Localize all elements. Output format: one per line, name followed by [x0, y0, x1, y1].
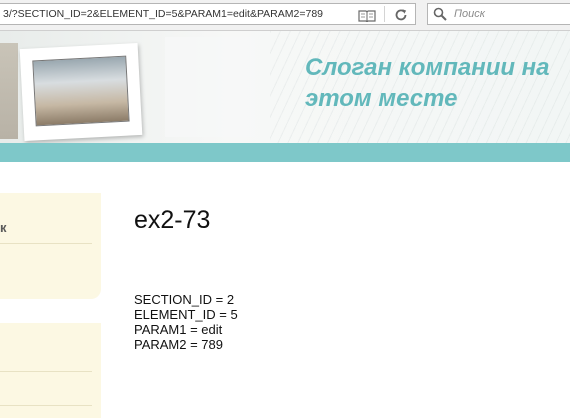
- book-icon: [358, 9, 376, 22]
- param-line: SECTION_ID = 2: [134, 292, 235, 307]
- reader-view-button[interactable]: [355, 7, 379, 23]
- site-header: Слоган компании на этом месте: [0, 31, 570, 143]
- reload-button[interactable]: [390, 6, 412, 24]
- search-icon-container: [433, 7, 447, 26]
- reload-icon: [395, 9, 407, 21]
- company-slogan: Слоган компании на этом месте: [305, 54, 550, 112]
- param-line: ELEMENT_ID = 5: [134, 307, 238, 322]
- sidebar-block-title[interactable]: к: [0, 220, 7, 235]
- param-line: PARAM1 = edit: [134, 322, 223, 337]
- search-bar[interactable]: Поиск: [427, 3, 570, 25]
- sidebar-block: к: [0, 193, 101, 299]
- search-placeholder[interactable]: Поиск: [454, 8, 485, 20]
- browser-toolbar: 3/?SECTION_ID=2&ELEMENT_ID=5&PARAM1=edit…: [0, 0, 570, 31]
- header-band: [0, 143, 570, 162]
- page-title: ex2-73: [134, 206, 211, 234]
- sidebar-divider: [0, 405, 92, 406]
- param-list: SECTION_ID = 2 ELEMENT_ID = 5 PARAM1 = e…: [134, 292, 238, 352]
- magnifier-icon: [433, 7, 447, 21]
- address-bar-separator: [384, 6, 385, 22]
- header-photo-secondary: [165, 37, 255, 137]
- header-photo: [19, 42, 143, 142]
- header-photo-edge: [0, 43, 18, 139]
- url-text[interactable]: 3/?SECTION_ID=2&ELEMENT_ID=5&PARAM1=edit…: [3, 8, 323, 20]
- kitchen-photo: [32, 55, 130, 127]
- param-line: PARAM2 = 789: [134, 337, 224, 352]
- sidebar-divider: [0, 371, 92, 372]
- address-bar[interactable]: 3/?SECTION_ID=2&ELEMENT_ID=5&PARAM1=edit…: [0, 3, 416, 25]
- sidebar-block-secondary: [0, 323, 101, 418]
- sidebar-divider: [0, 243, 92, 244]
